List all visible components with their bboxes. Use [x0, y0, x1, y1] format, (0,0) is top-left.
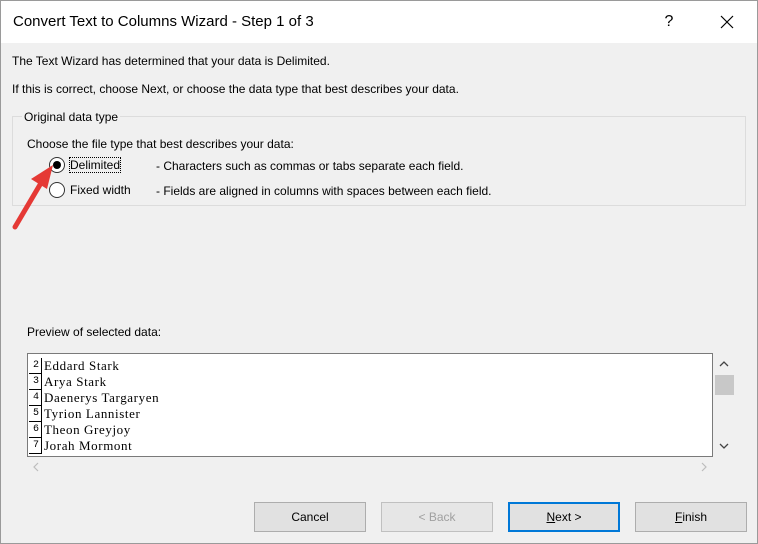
- preview-rows: 2 Eddard Stark 3 Arya Stark 4 Daenerys Targ…: [29, 358, 159, 454]
- intro-line-1: The Text Wizard has determined that your…: [12, 54, 330, 68]
- original-data-type-group: Original data type Choose the file type …: [12, 110, 746, 206]
- close-button[interactable]: [707, 5, 747, 39]
- row-number: 3: [29, 374, 42, 390]
- preview-horizontal-scrollbar[interactable]: [27, 457, 713, 477]
- finish-button[interactable]: Finish: [635, 502, 747, 532]
- back-label: < Back: [418, 510, 456, 524]
- close-icon: [720, 15, 734, 29]
- row-number: 5: [29, 406, 42, 422]
- row-text: Daenerys Targaryen: [44, 390, 160, 405]
- finish-accelerator: F: [674, 510, 683, 524]
- row-number: 7: [29, 438, 42, 454]
- chevron-up-icon: [719, 361, 729, 367]
- radio-label-fixed-width: Fixed width: [70, 183, 131, 197]
- preview-vertical-scrollbar[interactable]: [713, 353, 735, 457]
- title-bar: Convert Text to Columns Wizard - Step 1 …: [1, 1, 757, 43]
- delimited-description: - Characters such as commas or tabs sepa…: [156, 159, 464, 173]
- row-number: 6: [29, 422, 42, 438]
- help-button[interactable]: ?: [651, 5, 687, 39]
- row-text: Tyrion Lannister: [44, 406, 141, 421]
- help-icon: ?: [664, 13, 674, 30]
- file-type-prompt: Choose the file type that best describes…: [27, 137, 294, 151]
- row-text: Arya Stark: [44, 374, 107, 389]
- red-arrow-annotation: [12, 165, 53, 230]
- back-button[interactable]: < Back: [381, 502, 493, 532]
- preview-label: Preview of selected data:: [27, 325, 162, 339]
- cancel-button[interactable]: Cancel: [254, 502, 366, 532]
- text-to-columns-dialog: Convert Text to Columns Wizard - Step 1 …: [0, 0, 758, 544]
- next-accelerator: N: [546, 510, 556, 524]
- radio-label-delimited: Delimited: [68, 157, 122, 173]
- finish-label: inish: [682, 510, 708, 524]
- scroll-right-button[interactable]: [697, 460, 711, 474]
- row-number: 2: [29, 358, 42, 374]
- group-legend: Original data type: [22, 110, 121, 124]
- fixed-width-description: - Fields are aligned in columns with spa…: [156, 184, 492, 198]
- preview-area[interactable]: 2 Eddard Stark 3 Arya Stark 4 Daenerys Targ…: [27, 353, 713, 457]
- row-text: Theon Greyjoy: [44, 422, 131, 437]
- window-title: Convert Text to Columns Wizard - Step 1 …: [13, 13, 314, 30]
- intro-line-2: If this is correct, choose Next, or choo…: [12, 82, 459, 96]
- row-number: 4: [29, 390, 42, 406]
- preview-row: 7 Jorah Mormont: [29, 438, 159, 454]
- scroll-up-button[interactable]: [713, 355, 735, 373]
- next-label: ext >: [555, 510, 582, 524]
- preview-row: 2 Eddard Stark: [29, 358, 159, 374]
- scroll-left-button[interactable]: [29, 460, 43, 474]
- row-text: Jorah Mormont: [44, 438, 133, 453]
- next-button[interactable]: Next >: [508, 502, 620, 532]
- preview-row: 5 Tyrion Lannister: [29, 406, 159, 422]
- preview-row: 4 Daenerys Targaryen: [29, 390, 159, 406]
- chevron-left-icon: [33, 462, 39, 472]
- cancel-label: Cancel: [291, 510, 329, 524]
- preview-row: 6 Theon Greyjoy: [29, 422, 159, 438]
- chevron-right-icon: [701, 462, 707, 472]
- scroll-thumb[interactable]: [715, 375, 734, 395]
- row-text: Eddard Stark: [44, 358, 120, 373]
- preview-row: 3 Arya Stark: [29, 374, 159, 390]
- chevron-down-icon: [719, 443, 729, 449]
- scroll-down-button[interactable]: [713, 437, 735, 455]
